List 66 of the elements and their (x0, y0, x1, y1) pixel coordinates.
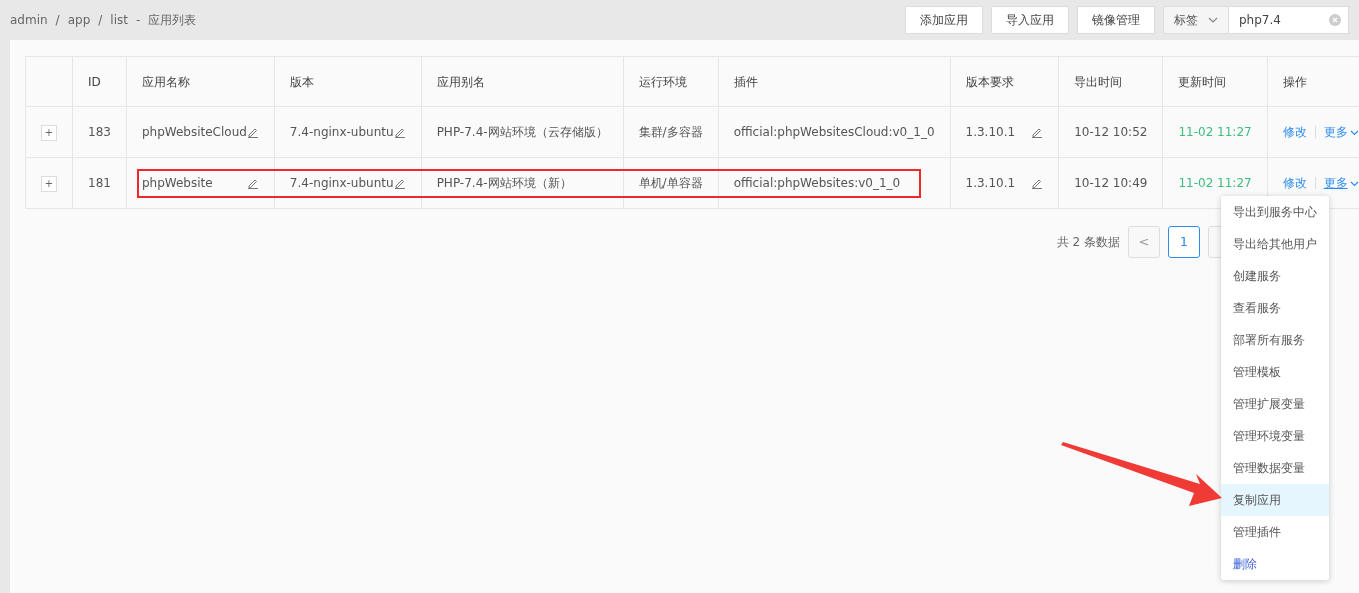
expand-button[interactable]: + (41, 125, 57, 141)
table-cell-text: phpWebsite (141, 175, 213, 192)
table-cell: 181 (72, 157, 127, 209)
menu-item[interactable]: 部署所有服务 (1221, 324, 1329, 356)
pencil-icon[interactable] (1031, 126, 1044, 138)
pencil-icon[interactable] (1031, 177, 1044, 189)
menu-item[interactable]: 导出到服务中心 (1221, 196, 1329, 228)
menu-item[interactable]: 管理模板 (1221, 356, 1329, 388)
table-cell: PHP-7.4-网站环境（云存储版） (436, 125, 608, 139)
breadcrumb-separator: - (135, 12, 141, 29)
menu-item[interactable]: 管理环境变量 (1221, 420, 1329, 452)
table-cell-text: phpWebsiteCloud (141, 124, 247, 141)
chevron-down-icon (1349, 180, 1359, 187)
pencil-icon[interactable] (246, 177, 259, 189)
column-header: 应用别名 (421, 56, 624, 107)
more-dropdown[interactable]: 更多 (1323, 123, 1359, 141)
menu-item[interactable]: 查看服务 (1221, 292, 1329, 324)
table-cell: 11-02 11:27 (1178, 125, 1252, 139)
column-header: 导出时间 (1058, 56, 1163, 107)
table-cell-text: 1.3.10.1 (965, 124, 1016, 141)
menu-item[interactable]: 管理扩展变量 (1221, 388, 1329, 420)
menu-item[interactable]: 管理数据变量 (1221, 452, 1329, 484)
more-dropdown[interactable]: 更多 (1323, 174, 1359, 192)
table-cell-text: 1.3.10.1 (965, 175, 1016, 192)
table-cell: 11-02 11:27 (1178, 176, 1252, 190)
column-header: 操作 (1267, 56, 1359, 107)
column-header: 版本要求 (950, 56, 1059, 107)
column-header: 版本 (274, 56, 422, 107)
column-header: 运行环境 (623, 56, 719, 107)
menu-item[interactable]: 删除 (1221, 548, 1329, 580)
table-cell: 10-12 10:52 (1074, 125, 1148, 139)
table-cell: official:phpWebsites:v0_1_0 (733, 176, 901, 190)
filter-select[interactable]: 标签 (1163, 6, 1229, 34)
breadcrumb-separator: / (98, 12, 103, 29)
menu-item[interactable]: 管理插件 (1221, 516, 1329, 548)
chevron-down-icon (1208, 17, 1218, 23)
pencil-icon[interactable] (393, 177, 406, 189)
table-cell: 10-12 10:49 (1074, 176, 1148, 190)
pencil-icon[interactable] (246, 126, 259, 138)
column-header: 更新时间 (1162, 56, 1268, 107)
toolbar-button[interactable]: 镜像管理 (1077, 6, 1155, 34)
chevron-down-icon (1349, 129, 1359, 136)
breadcrumb-link[interactable]: admin (10, 11, 48, 29)
column-header: ID (72, 56, 127, 107)
table-cell: official:phpWebsitesCloud:v0_1_0 (733, 125, 935, 139)
breadcrumb-link[interactable]: app (67, 11, 91, 29)
search-field[interactable]: php7.4 (1229, 6, 1349, 34)
breadcrumb-separator: / (55, 12, 60, 29)
toolbar-button[interactable]: 导入应用 (991, 6, 1069, 34)
total-count: 共 2 条数据 (1056, 234, 1120, 251)
menu-item[interactable]: 导出给其他用户 (1221, 228, 1329, 260)
menu-item[interactable]: 复制应用 (1221, 484, 1329, 516)
column-header: 插件 (718, 56, 950, 107)
table-cell-text: 7.4-nginx-ubuntu (289, 124, 394, 141)
pencil-icon[interactable] (393, 126, 406, 138)
menu-item[interactable]: 创建服务 (1221, 260, 1329, 292)
table-cell: 183 (72, 106, 127, 158)
table-cell-text: 7.4-nginx-ubuntu (289, 175, 394, 192)
table-cell: PHP-7.4-网站环境（新） (436, 176, 572, 190)
toolbar-button[interactable]: 添加应用 (905, 6, 983, 34)
expand-button[interactable]: + (41, 176, 57, 192)
page-title: 应用列表 (148, 12, 197, 29)
table-cell: 集群/多容器 (638, 125, 703, 139)
column-header: 应用名称 (126, 56, 275, 107)
breadcrumb-link[interactable]: list (110, 11, 128, 29)
table-cell: 单机/单容器 (638, 176, 703, 190)
